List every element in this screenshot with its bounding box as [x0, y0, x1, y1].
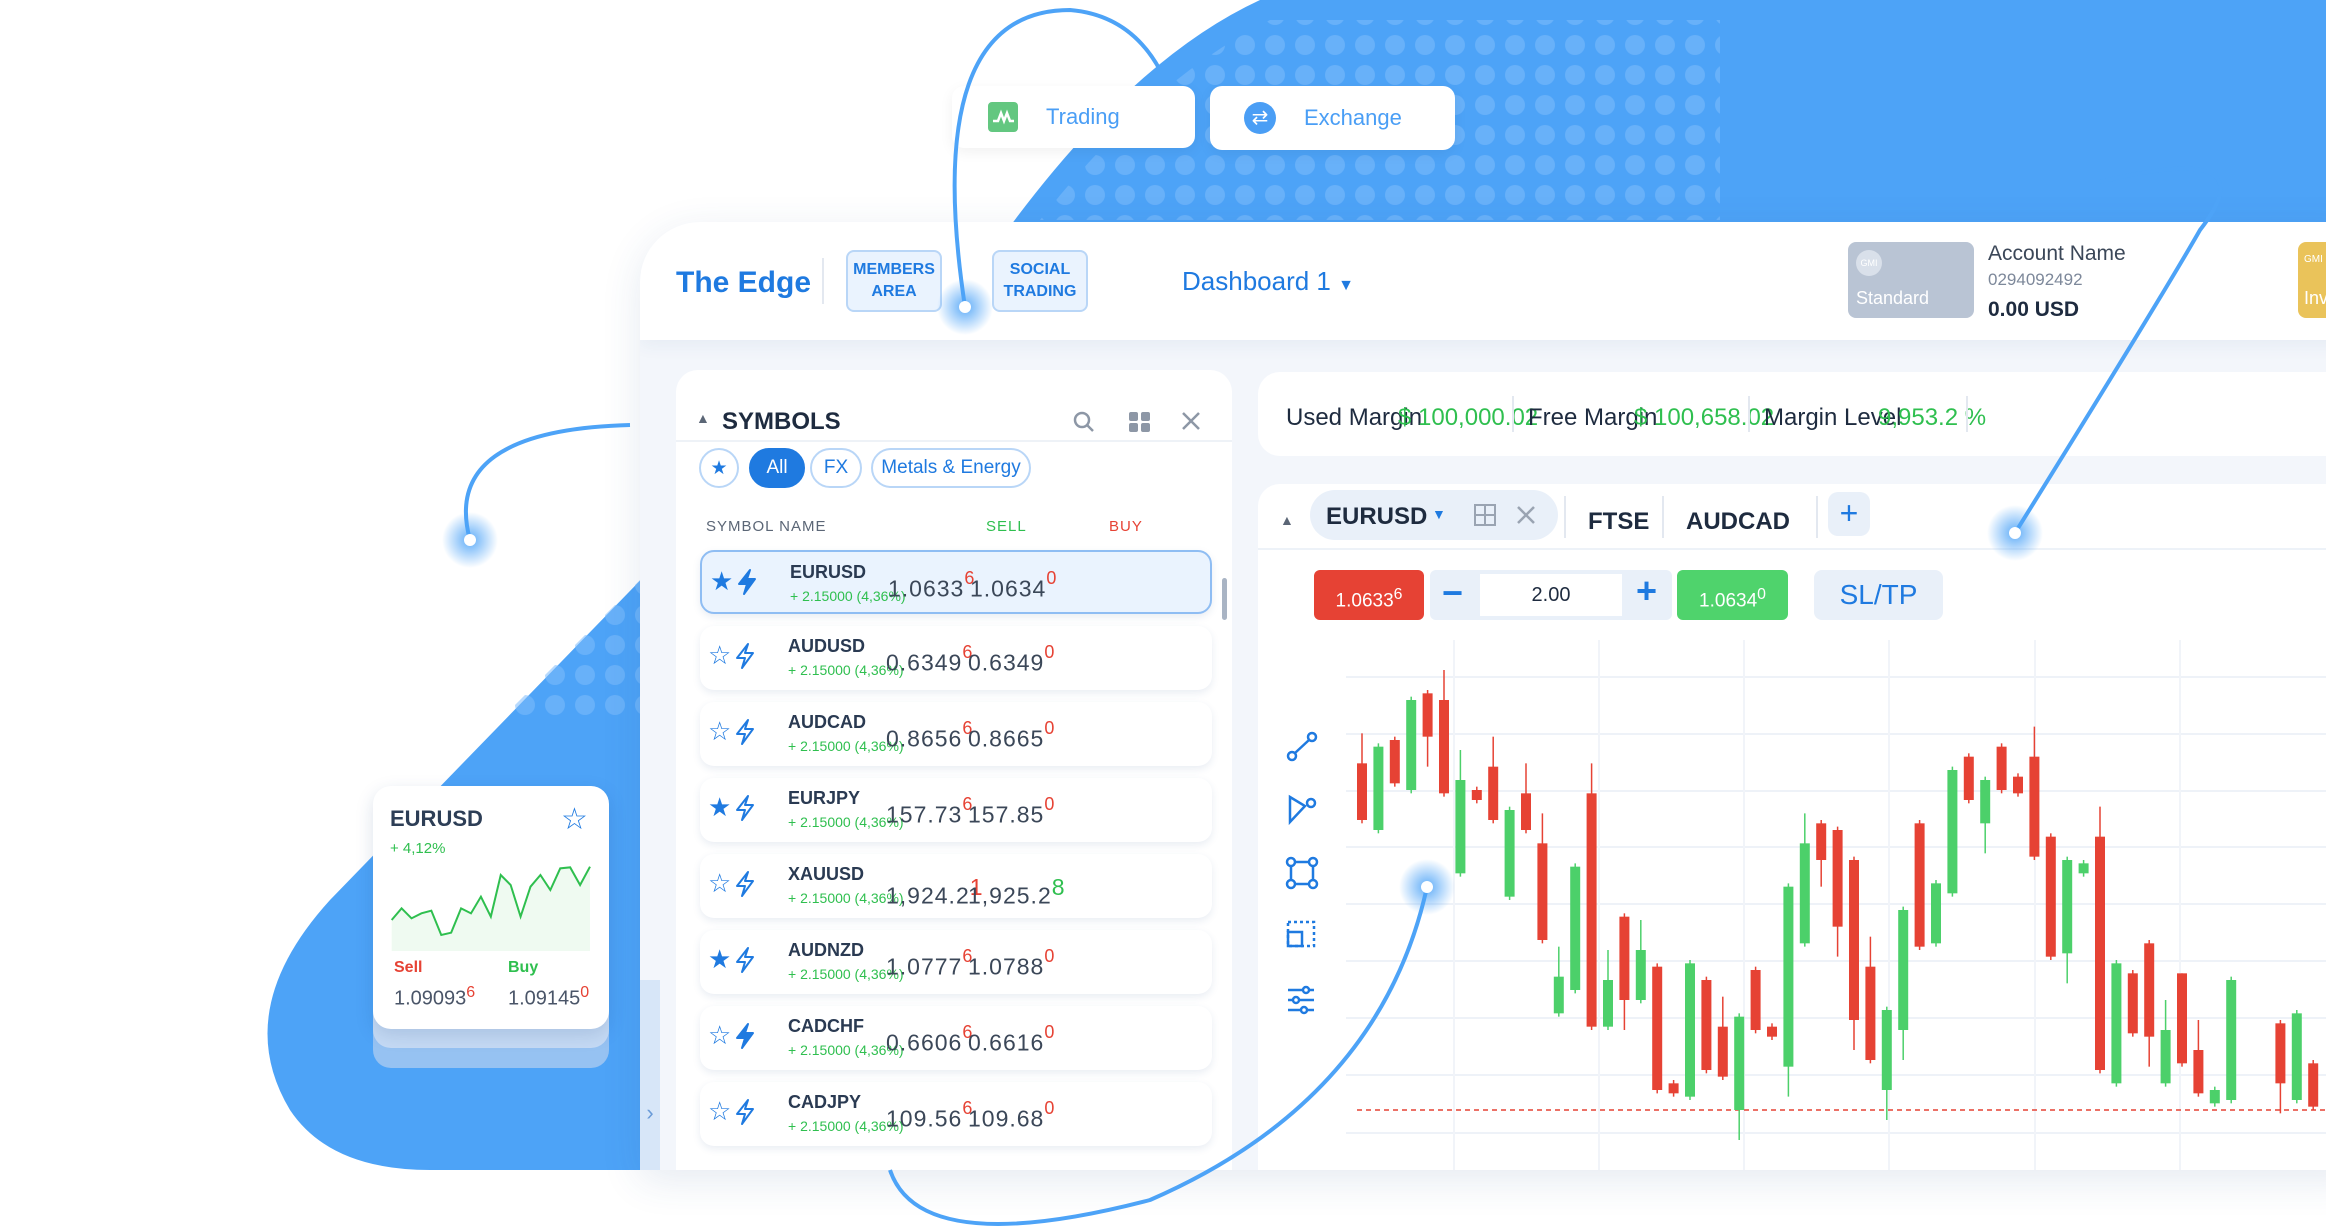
candle-down	[2127, 973, 2138, 1034]
candle-up	[1947, 770, 1958, 894]
candle-down	[2177, 973, 2187, 1064]
candle-down	[2275, 1023, 2286, 1084]
candle-down	[1488, 766, 1499, 820]
candle-up	[1685, 963, 1695, 1097]
candle-up	[1799, 843, 1810, 944]
mini-symbol-card[interactable]: EURUSD ☆ + 4,12% Sell Buy 1.090936 1.091…	[373, 786, 609, 1029]
candle-up	[1553, 976, 1564, 1014]
candle-up	[1898, 910, 1909, 1030]
buy-price: 1.091450	[508, 984, 590, 1010]
candle-up	[1373, 746, 1384, 830]
candle-down	[1701, 980, 1712, 1070]
sell-label: Sell	[394, 959, 423, 976]
candle-up	[1504, 810, 1515, 897]
candle-down	[1849, 860, 1859, 1020]
candle-down	[1996, 746, 2007, 790]
candle-up	[2226, 980, 2237, 1100]
candlestick-chart[interactable]	[0, 0, 2326, 1230]
candle-up	[2062, 860, 2073, 954]
candle-down	[1914, 823, 1925, 947]
candle-up	[1881, 1010, 1892, 1090]
candle-down	[1750, 970, 1761, 1030]
candle-up	[2160, 1030, 2171, 1084]
candle-down	[2308, 1063, 2319, 1107]
candle-down	[1471, 790, 1482, 800]
candle-up	[2078, 863, 2089, 874]
sell-price: 1.090936	[394, 984, 476, 1010]
expand-panel-handle[interactable]: ›	[640, 980, 660, 1170]
candle-down	[1832, 830, 1843, 927]
candle-down	[1619, 916, 1630, 1000]
candle-down	[1422, 693, 1433, 737]
candle-up	[2291, 1013, 2302, 1100]
candle-down	[2013, 776, 2023, 794]
candle-up	[2209, 1090, 2220, 1104]
candle-down	[1816, 823, 1827, 860]
candle-up	[1734, 1016, 1745, 1110]
buy-label: Buy	[508, 959, 539, 976]
candle-down	[2193, 1050, 2204, 1094]
sparkline-area	[391, 866, 590, 951]
candle-down	[2144, 943, 2155, 1037]
candle-down	[2045, 836, 2056, 957]
candle-down	[1963, 756, 1974, 800]
candle-down	[1865, 966, 1876, 1060]
candle-down	[1767, 1026, 1777, 1037]
candle-down	[2029, 756, 2040, 857]
candle-down	[1717, 1026, 1728, 1077]
candle-up	[1635, 950, 1646, 1000]
candle-up	[1570, 866, 1581, 990]
candle-down	[1537, 843, 1548, 940]
candle-down	[1357, 763, 1367, 820]
candle-down	[1668, 1083, 1679, 1094]
candle-down	[2095, 836, 2105, 1070]
candle-down	[1521, 793, 1531, 830]
candle-up	[1455, 780, 1466, 874]
candle-up	[1931, 883, 1941, 944]
candle-up	[2111, 963, 2122, 1084]
candle-up	[1980, 780, 1991, 824]
candle-down	[1439, 700, 1449, 794]
candle-up	[1603, 980, 1613, 1027]
candle-down	[1652, 966, 1663, 1090]
candle-up	[1406, 700, 1417, 790]
candle-up	[1783, 886, 1794, 1067]
candle-down	[1586, 793, 1597, 1027]
candle-down	[1389, 740, 1400, 784]
